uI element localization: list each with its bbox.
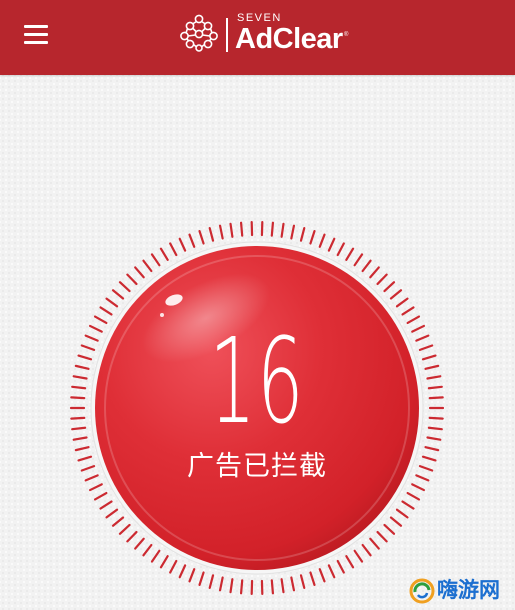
hamburger-menu-icon [24, 25, 48, 28]
brand-name: AdClear [235, 23, 343, 55]
brand-logo: SEVEN AdClear ® [180, 12, 360, 56]
menu-button[interactable] [16, 16, 56, 52]
blocked-ads-label: 广告已拦截 [187, 451, 327, 482]
network-nodes-icon [180, 14, 218, 52]
hamburger-menu-icon-bar [24, 41, 48, 44]
brand-divider [226, 18, 228, 52]
site-watermark: 嗨游网 [409, 574, 507, 606]
blocked-ads-count: 16 [209, 312, 305, 450]
swirl-logo-icon [409, 578, 435, 604]
brand-registered-mark: ® [344, 32, 349, 38]
hamburger-menu-icon-bar [24, 33, 48, 36]
app-bar: SEVEN AdClear ® [0, 0, 515, 75]
page-background [0, 0, 515, 610]
watermark-text: 嗨游网 [437, 578, 500, 602]
